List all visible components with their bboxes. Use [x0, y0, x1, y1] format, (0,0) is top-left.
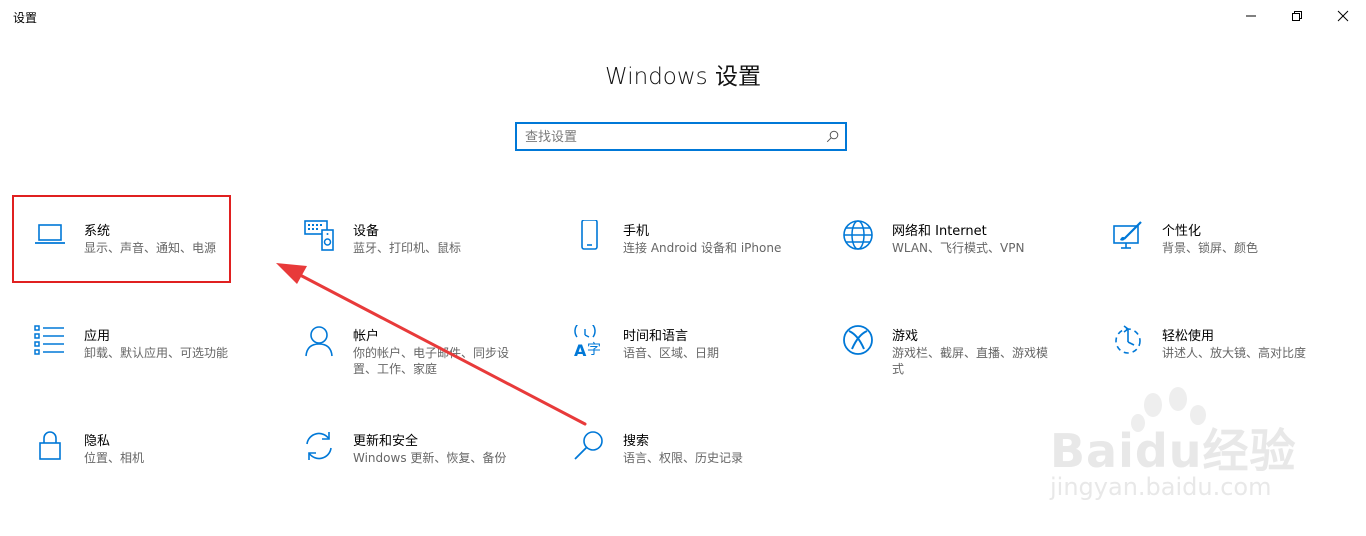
svg-text:字: 字: [587, 342, 601, 358]
lock-icon: [34, 430, 66, 464]
search-magnifier-icon: [573, 430, 605, 464]
tile-time-language[interactable]: A 字 时间和语言 语音、区域、日期: [553, 320, 783, 405]
restore-button[interactable]: [1274, 0, 1320, 32]
close-icon: [1337, 10, 1349, 22]
tile-desc: 你的帐户、电子邮件、同步设置、工作、家庭: [353, 346, 510, 376]
tile-desc: 连接 Android 设备和 iPhone: [623, 241, 782, 255]
tile-desc: 显示、声音、通知、电源: [84, 241, 217, 255]
tile-label: 设备: [353, 224, 380, 239]
svg-text:A: A: [574, 341, 587, 359]
tile-label: 手机: [623, 224, 650, 239]
tile-desc: 语言、权限、历史记录: [623, 451, 744, 465]
close-button[interactable]: [1320, 0, 1366, 32]
tile-label: 网络和 Internet: [892, 224, 987, 239]
xbox-icon: [842, 325, 874, 359]
tile-desc: Windows 更新、恢复、备份: [353, 451, 507, 465]
tile-accounts[interactable]: 帐户 你的帐户、电子邮件、同步设置、工作、家庭: [283, 325, 513, 405]
personalization-icon: [1112, 220, 1144, 254]
sync-icon: [303, 430, 335, 464]
tile-label: 帐户: [353, 329, 380, 344]
search-icon[interactable]: [826, 130, 839, 143]
minimize-button[interactable]: [1228, 0, 1274, 32]
tile-label: 应用: [84, 329, 111, 344]
tile-personalization[interactable]: 个性化 背景、锁屏、颜色: [1092, 220, 1322, 300]
person-icon: [303, 325, 335, 359]
page-title: Windows 设置: [605, 64, 761, 90]
title-bar: 设置: [0, 0, 1366, 32]
watermark-logo: Baidu经验: [1050, 424, 1297, 478]
tile-desc: WLAN、飞行模式、VPN: [892, 241, 1025, 255]
tile-label: 系统: [84, 224, 111, 239]
tile-desc: 蓝牙、打印机、鼠标: [353, 241, 462, 255]
time-language-icon: A 字: [573, 320, 605, 360]
tile-devices[interactable]: 设备 蓝牙、打印机、鼠标: [283, 220, 513, 300]
tile-desc: 语音、区域、日期: [623, 346, 720, 360]
search-input[interactable]: [525, 126, 815, 148]
tile-desc: 讲述人、放大镜、高对比度: [1162, 346, 1307, 360]
tile-label: 搜索: [623, 434, 650, 449]
apps-list-icon: [34, 325, 66, 359]
phone-icon: [573, 219, 605, 254]
tile-desc: 位置、相机: [84, 451, 145, 465]
laptop-icon: [34, 220, 66, 254]
ease-of-access-icon: [1112, 325, 1144, 359]
tile-search[interactable]: 搜索 语言、权限、历史记录: [553, 430, 783, 510]
tile-label: 个性化: [1162, 224, 1202, 239]
tile-label: 更新和安全: [353, 434, 419, 449]
watermark-url: jingyan.baidu.com: [1050, 473, 1272, 501]
tile-system[interactable]: 系统 显示、声音、通知、电源: [14, 220, 244, 300]
tile-gaming[interactable]: 游戏 游戏栏、截屏、直播、游戏模式: [822, 325, 1052, 405]
tile-desc: 卸载、默认应用、可选功能: [84, 346, 229, 360]
search-box[interactable]: [515, 122, 847, 151]
window-title: 设置: [13, 11, 38, 25]
devices-icon: [303, 220, 335, 254]
globe-icon: [842, 220, 874, 254]
tile-desc: 游戏栏、截屏、直播、游戏模式: [892, 346, 1049, 376]
tile-label: 轻松使用: [1162, 329, 1215, 344]
tile-desc: 背景、锁屏、颜色: [1162, 241, 1259, 255]
tile-label: 游戏: [892, 329, 919, 344]
tile-privacy[interactable]: 隐私 位置、相机: [14, 430, 244, 510]
tile-label: 隐私: [84, 434, 111, 449]
tile-phone[interactable]: 手机 连接 Android 设备和 iPhone: [553, 219, 783, 300]
restore-icon: [1292, 11, 1302, 21]
tile-update-security[interactable]: 更新和安全 Windows 更新、恢复、备份: [283, 430, 513, 510]
tile-label: 时间和语言: [623, 329, 689, 344]
minimize-icon: [1246, 15, 1256, 17]
tile-apps[interactable]: 应用 卸载、默认应用、可选功能: [14, 325, 244, 405]
tile-ease-of-access[interactable]: 轻松使用 讲述人、放大镜、高对比度: [1092, 325, 1322, 405]
tile-network[interactable]: 网络和 Internet WLAN、飞行模式、VPN: [822, 220, 1052, 300]
